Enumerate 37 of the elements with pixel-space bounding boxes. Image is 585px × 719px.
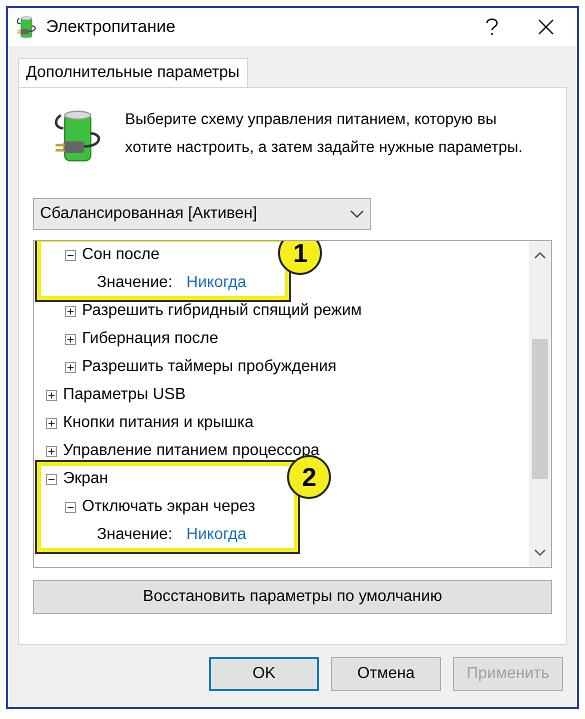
setting-label: Значение: <box>97 274 172 292</box>
caret-icon <box>350 210 364 218</box>
plan-dropdown[interactable]: Сбалансированная [Активен] <box>33 198 371 230</box>
collapse-icon[interactable] <box>65 502 76 512</box>
tree-item[interactable]: Параметры USB <box>63 386 186 404</box>
tab[interactable]: Дополнительные параметры <box>18 58 248 87</box>
tree-item[interactable]: Экран <box>63 470 108 488</box>
scrollbar[interactable] <box>529 241 551 567</box>
setting-value-link[interactable]: Никогда <box>186 274 246 292</box>
restore-defaults-button[interactable]: Восстановить параметры по умолчанию <box>33 580 552 614</box>
dialog-button[interactable]: Отмена <box>331 657 441 691</box>
tree-item[interactable]: Отключать экран через <box>82 498 256 516</box>
instruction-text: Выберите схему управления питанием, которую вы хотите настроить, а затем задайте нужные параметры. <box>125 110 524 158</box>
tree-item[interactable]: Сон после <box>82 246 160 264</box>
tree-item[interactable]: Гибернация после <box>82 330 218 348</box>
expand-icon[interactable] <box>65 306 76 316</box>
tree-item[interactable]: Кнопки питания и крышка <box>63 414 254 432</box>
collapse-icon[interactable] <box>46 474 57 484</box>
callout-number: 1 <box>278 241 322 275</box>
setting-label: Значение: <box>97 526 172 544</box>
scroll-up-icon[interactable] <box>534 251 546 259</box>
setting-value-link[interactable]: Никогда <box>186 526 246 544</box>
scroll-down-icon[interactable] <box>534 549 546 557</box>
expand-icon[interactable] <box>65 362 76 372</box>
window-title: Электропитание <box>46 17 176 37</box>
tree-item[interactable]: Разрешить гибридный спящий режим <box>82 302 362 320</box>
expand-icon[interactable] <box>46 418 57 428</box>
help-icon <box>486 18 498 36</box>
expand-icon[interactable] <box>46 446 57 456</box>
callout-number: 2 <box>287 455 332 499</box>
tree-item[interactable]: Разрешить таймеры пробуждения <box>82 358 336 376</box>
expand-icon[interactable] <box>65 334 76 344</box>
dialog-button[interactable]: OK <box>209 657 319 691</box>
power-icon <box>16 15 38 39</box>
collapse-icon[interactable] <box>65 250 76 260</box>
expand-icon[interactable] <box>46 390 57 400</box>
close-icon <box>538 19 554 35</box>
